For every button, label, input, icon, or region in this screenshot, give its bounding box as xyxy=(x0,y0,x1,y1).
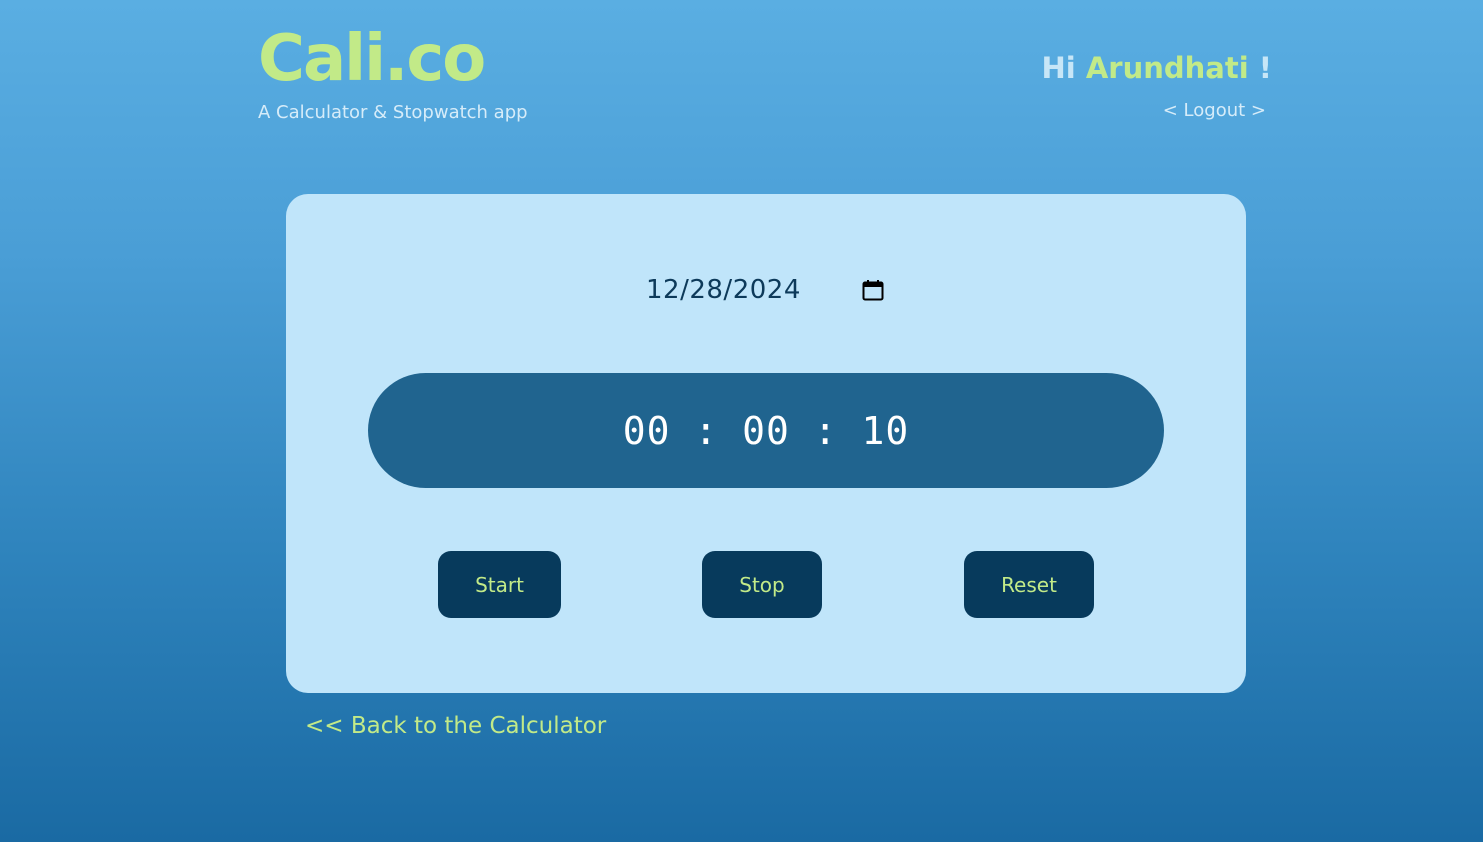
app-tagline: A Calculator & Stopwatch app xyxy=(258,102,528,123)
greeting-prefix: Hi xyxy=(1041,51,1076,85)
brand: Cali.co A Calculator & Stopwatch app xyxy=(258,22,528,124)
stop-button[interactable]: Stop xyxy=(702,551,822,618)
stopwatch-card: 12/28/2024 00 : 00 : 10 Start Stop Reset xyxy=(286,194,1246,693)
app-logo: Cali.co xyxy=(258,22,486,96)
reset-button[interactable]: Reset xyxy=(964,551,1094,618)
date-input[interactable]: 12/28/2024 xyxy=(646,272,886,308)
user-greeting: Hi Arundhati ! xyxy=(1042,50,1273,86)
stopwatch-display: 00 : 00 : 10 xyxy=(368,373,1164,488)
start-button[interactable]: Start xyxy=(438,551,561,618)
back-to-calculator-link[interactable]: << Back to the Calculator xyxy=(305,713,606,739)
calendar-icon[interactable] xyxy=(861,278,885,302)
logout-link[interactable]: < Logout > xyxy=(1163,100,1266,121)
greeting-suffix: ! xyxy=(1258,51,1272,85)
user-name: Arundhati xyxy=(1085,51,1249,85)
elapsed-time: 00 : 00 : 10 xyxy=(622,408,910,453)
date-value[interactable]: 12/28/2024 xyxy=(646,275,801,305)
